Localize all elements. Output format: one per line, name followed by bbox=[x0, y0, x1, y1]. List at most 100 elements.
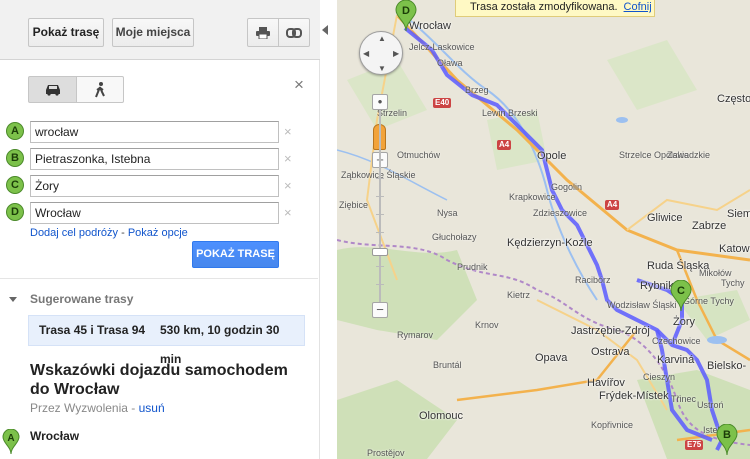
town-label: Głuchołazy bbox=[432, 232, 477, 242]
remove-waypoint-d-icon[interactable]: × bbox=[284, 205, 292, 220]
via-text: Przez Wyzwolenia bbox=[30, 401, 128, 415]
map-marker-c[interactable]: C bbox=[670, 280, 692, 312]
via-separator: - bbox=[127, 401, 139, 415]
town-label: Ziębice bbox=[339, 200, 369, 210]
map-canvas bbox=[337, 0, 750, 459]
town-label: Wodzisław Śląski bbox=[607, 300, 677, 310]
zoom-tick bbox=[376, 196, 384, 197]
waypoint-b-marker: B bbox=[6, 149, 24, 167]
town-label: Krapkowice bbox=[509, 192, 556, 202]
city-label: Frýdek-Místek bbox=[599, 390, 669, 402]
city-label: Ostrava bbox=[591, 346, 630, 358]
printer-icon bbox=[256, 27, 270, 40]
collapse-triangle-icon[interactable] bbox=[9, 297, 17, 302]
top-toolbar: Pokaż trasę Moje miejsca bbox=[0, 0, 320, 60]
town-label: Jelcz-Laskowice bbox=[409, 42, 475, 52]
waypoint-links: Dodaj cel podróży - Pokaż opcje bbox=[30, 227, 188, 239]
close-icon[interactable]: × bbox=[294, 75, 304, 95]
waypoint-d-input[interactable]: Wrocław bbox=[30, 202, 279, 224]
start-marker-icon: A bbox=[2, 428, 20, 455]
get-directions-button[interactable]: POKAŻ TRASĘ bbox=[192, 241, 279, 268]
remove-via-link[interactable]: usuń bbox=[139, 401, 165, 415]
waypoint-c-marker: C bbox=[6, 176, 24, 194]
undo-link[interactable]: Cofnij bbox=[624, 1, 652, 13]
remove-waypoint-c-icon[interactable]: × bbox=[284, 178, 292, 193]
pan-down-icon[interactable]: ▼ bbox=[378, 64, 386, 73]
waypoint-a-marker: A bbox=[6, 122, 24, 140]
city-label: Siemi bbox=[727, 208, 750, 220]
start-marker-letter: A bbox=[7, 433, 14, 444]
map-marker-d[interactable]: D bbox=[395, 0, 417, 32]
pan-left-icon[interactable]: ◀ bbox=[363, 49, 369, 58]
pan-right-icon[interactable]: ▶ bbox=[393, 49, 399, 58]
panel-scrollbar[interactable] bbox=[319, 60, 320, 459]
waypoint-b-input[interactable]: Pietraszonka, Istebna bbox=[30, 148, 279, 170]
city-label: Bielsko- bbox=[707, 360, 747, 372]
city-label: Opava bbox=[535, 352, 568, 364]
town-label: Třinec bbox=[671, 394, 697, 404]
zoom-out-button[interactable]: − bbox=[372, 302, 388, 318]
town-label: Kopřivnice bbox=[591, 420, 634, 430]
suggested-routes-title[interactable]: Sugerowane trasy bbox=[30, 292, 133, 306]
town-label: Tychy bbox=[721, 278, 745, 288]
town-label: Krnov bbox=[475, 320, 499, 330]
town-label: Prostějov bbox=[367, 448, 405, 458]
pan-up-icon[interactable]: ▲ bbox=[378, 34, 386, 43]
print-button[interactable] bbox=[247, 18, 279, 47]
city-label: Gliwice bbox=[647, 212, 683, 224]
pan-control[interactable]: ▲ ▼ ◀ ▶ bbox=[359, 31, 403, 75]
walking-mode-button[interactable] bbox=[76, 76, 124, 103]
town-label: Gogolin bbox=[551, 182, 583, 192]
route-modified-notice: Trasa została zmodyfikowana. Cofnij bbox=[455, 0, 655, 17]
driving-mode-button[interactable] bbox=[28, 76, 77, 103]
waypoint-c-input[interactable]: Żory bbox=[30, 175, 279, 197]
map-view[interactable]: E40 A4 A4 E75 Wrocław Opole Gliwice Zabr… bbox=[337, 0, 750, 459]
road-shield: E40 bbox=[433, 98, 452, 108]
city-label: Olomouc bbox=[419, 410, 464, 422]
town-label: Nysa bbox=[437, 208, 458, 218]
city-label: Zabrze bbox=[692, 220, 727, 232]
zoom-tick bbox=[376, 232, 384, 233]
show-route-button[interactable]: Pokaż trasę bbox=[28, 18, 104, 47]
town-label: Bruntál bbox=[433, 360, 462, 370]
remove-waypoint-a-icon[interactable]: × bbox=[284, 124, 292, 139]
town-label: Lewin Brzeski bbox=[482, 108, 538, 118]
remove-waypoint-b-icon[interactable]: × bbox=[284, 151, 292, 166]
town-label: Mikołów bbox=[699, 268, 732, 278]
zoom-tick bbox=[376, 178, 384, 179]
marker-c-letter: C bbox=[677, 285, 685, 297]
city-label: Katowic bbox=[719, 243, 750, 255]
zoom-tick bbox=[376, 214, 384, 215]
zoom-reset-icon[interactable]: • bbox=[372, 94, 388, 110]
links-separator: - bbox=[118, 227, 128, 239]
town-label: Zawadzkie bbox=[667, 150, 711, 160]
town-label: Racibórz bbox=[575, 275, 611, 285]
town-label: Oława bbox=[437, 58, 463, 68]
walking-icon bbox=[95, 82, 105, 98]
city-label: Havířov bbox=[587, 377, 625, 389]
via-line: Przez Wyzwolenia - usuń bbox=[30, 401, 165, 415]
add-destination-link[interactable]: Dodaj cel podróży bbox=[30, 227, 118, 239]
zoom-tick bbox=[376, 266, 384, 267]
link-button[interactable] bbox=[278, 18, 310, 47]
collapse-panel-icon[interactable] bbox=[322, 25, 328, 35]
town-label: Kietrz bbox=[507, 290, 531, 300]
town-label: Cieszyn bbox=[643, 372, 676, 382]
marker-b-letter: B bbox=[723, 429, 731, 441]
section-divider bbox=[0, 278, 318, 279]
marker-d-letter: D bbox=[402, 5, 410, 17]
zoom-slider-track[interactable] bbox=[379, 110, 381, 302]
panel-content: × A wrocław × B Pietraszonka, Istebna × … bbox=[0, 61, 318, 459]
zoom-slider-thumb[interactable] bbox=[372, 248, 388, 256]
my-places-button[interactable]: Moje miejsca bbox=[112, 18, 194, 47]
map-marker-b[interactable]: B bbox=[716, 424, 738, 456]
city-label: Jastrzębie-Zdrój bbox=[571, 325, 650, 337]
start-location-label: Wrocław bbox=[30, 429, 80, 443]
waypoint-d-marker: D bbox=[6, 203, 24, 221]
show-options-link[interactable]: Pokaż opcje bbox=[128, 227, 188, 239]
suggested-route-item[interactable]: Trasa 45 i Trasa 94 530 km, 10 godzin 30… bbox=[28, 315, 305, 366]
directions-heading: Wskazówki dojazdu samochodem do Wrocław bbox=[30, 362, 288, 398]
car-icon bbox=[46, 85, 60, 96]
town-label: Rymarov bbox=[397, 330, 434, 340]
waypoint-a-input[interactable]: wrocław bbox=[30, 121, 279, 143]
